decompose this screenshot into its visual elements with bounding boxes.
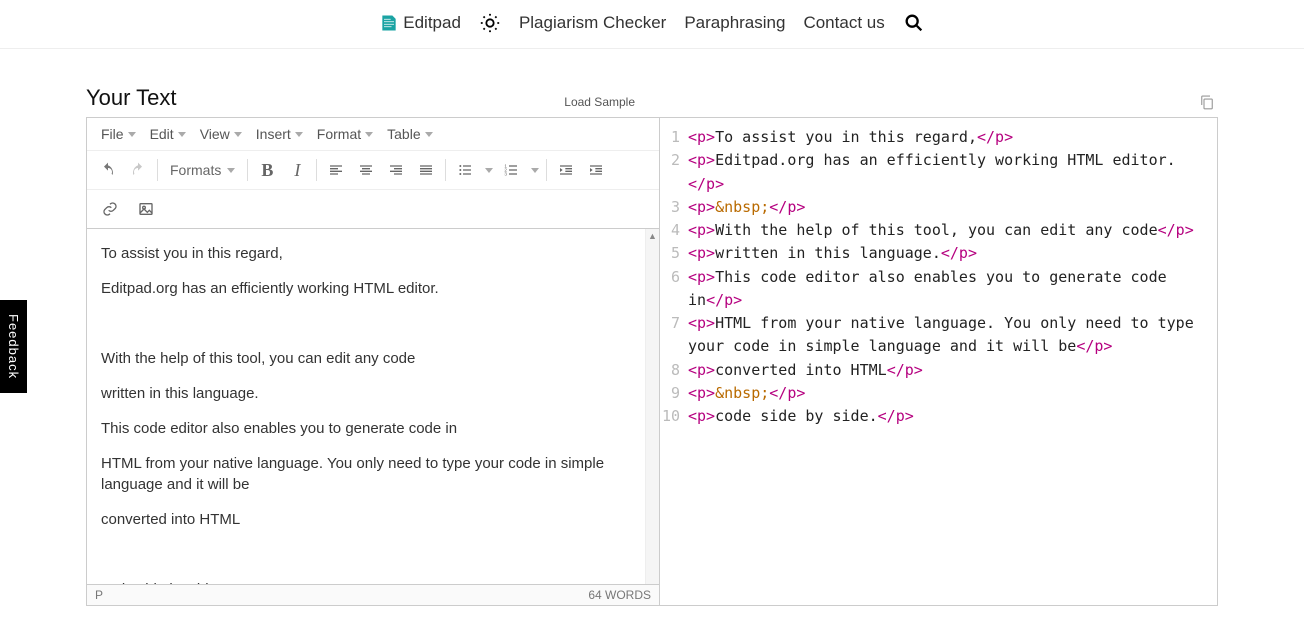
chevron-down-icon: [234, 132, 242, 137]
editor-paragraph: To assist you in this regard,: [101, 243, 639, 264]
main: Your Text Load Sample File Edit View Ins…: [86, 85, 1218, 606]
image-button[interactable]: [131, 194, 161, 224]
notepad-icon: [379, 13, 399, 33]
code-text: <p>This code editor also enables you to …: [688, 266, 1211, 313]
scroll-up-icon[interactable]: ▲: [646, 229, 659, 243]
code-text: <p>written in this language.</p>: [688, 242, 1211, 265]
chevron-down-icon: [128, 132, 136, 137]
number-list-dropdown[interactable]: [526, 155, 542, 185]
code-line: 1<p>To assist you in this regard,</p>: [660, 126, 1211, 149]
italic-button[interactable]: I: [282, 155, 312, 185]
code-text: <p>With the help of this tool, you can e…: [688, 219, 1211, 242]
chevron-down-icon: [295, 132, 303, 137]
status-word-count: 64 WORDS: [588, 588, 651, 602]
editor-menubar: File Edit View Insert Format Table: [87, 118, 659, 151]
code-line: 6<p>This code editor also enables you to…: [660, 266, 1211, 313]
editor-toolbar-2: [87, 190, 659, 229]
bold-button[interactable]: B: [252, 155, 282, 185]
editor-paragraph: code side by side.: [101, 579, 639, 584]
editor-paragraph: written in this language.: [101, 383, 639, 404]
copy-icon[interactable]: [1198, 93, 1216, 111]
code-line: 9<p>&nbsp;</p>: [660, 382, 1211, 405]
line-number: 6: [660, 266, 688, 313]
code-line: 5<p>written in this language.</p>: [660, 242, 1211, 265]
load-sample-link[interactable]: Load Sample: [564, 95, 645, 111]
scrollbar[interactable]: ▲: [645, 229, 659, 584]
line-number: 9: [660, 382, 688, 405]
line-number: 1: [660, 126, 688, 149]
align-left-button[interactable]: [321, 155, 351, 185]
line-number: 4: [660, 219, 688, 242]
code-text: <p>&nbsp;</p>: [688, 382, 1211, 405]
link-button[interactable]: [95, 194, 125, 224]
code-line: 4<p>With the help of this tool, you can …: [660, 219, 1211, 242]
menu-view[interactable]: View: [196, 124, 246, 144]
menu-file[interactable]: File: [97, 124, 140, 144]
indent-button[interactable]: [581, 155, 611, 185]
code-text: <p>converted into HTML</p>: [688, 359, 1211, 382]
svg-text:3: 3: [505, 171, 508, 176]
top-navbar: Editpad Plagiarism Checker Paraphrasing …: [0, 0, 1304, 49]
menu-edit[interactable]: Edit: [146, 124, 190, 144]
nav-paraphrasing[interactable]: Paraphrasing: [684, 13, 785, 33]
chevron-down-icon: [365, 132, 373, 137]
code-text: <p>Editpad.org has an efficiently workin…: [688, 149, 1211, 196]
code-text: <p>HTML from your native language. You o…: [688, 312, 1211, 359]
editor-paragraph: This code editor also enables you to gen…: [101, 418, 639, 439]
status-path: P: [95, 588, 103, 602]
editor-content[interactable]: To assist you in this regard, Editpad.org…: [87, 229, 659, 584]
undo-button[interactable]: [93, 155, 123, 185]
brand-link[interactable]: Editpad: [379, 13, 461, 33]
editor-paragraph: [101, 544, 639, 565]
bullet-list-dropdown[interactable]: [480, 155, 496, 185]
nav-contact[interactable]: Contact us: [803, 13, 884, 33]
line-number: 2: [660, 149, 688, 196]
line-number: 5: [660, 242, 688, 265]
code-text: <p>&nbsp;</p>: [688, 196, 1211, 219]
line-number: 10: [660, 405, 688, 428]
editor-paragraph: converted into HTML: [101, 509, 639, 530]
number-list-button[interactable]: 123: [496, 155, 526, 185]
chevron-down-icon: [227, 168, 235, 173]
search-icon[interactable]: [903, 12, 925, 34]
code-line: 7<p>HTML from your native language. You …: [660, 312, 1211, 359]
brand-text: Editpad: [403, 13, 461, 33]
editor-paragraph: With the help of this tool, you can edit…: [101, 348, 639, 369]
code-line: 10<p>code side by side.</p>: [660, 405, 1211, 428]
chevron-down-icon: [178, 132, 186, 137]
nav-plagiarism[interactable]: Plagiarism Checker: [519, 13, 666, 33]
menu-format[interactable]: Format: [313, 124, 377, 144]
menu-table[interactable]: Table: [383, 124, 436, 144]
bullet-list-button[interactable]: [450, 155, 480, 185]
code-pane[interactable]: 1<p>To assist you in this regard,</p>2<p…: [660, 118, 1217, 605]
formats-dropdown[interactable]: Formats: [162, 162, 243, 178]
code-text: <p>To assist you in this regard,</p>: [688, 126, 1211, 149]
line-number: 7: [660, 312, 688, 359]
code-line: 3<p>&nbsp;</p>: [660, 196, 1211, 219]
code-line: 8<p>converted into HTML</p>: [660, 359, 1211, 382]
code-line: 2<p>Editpad.org has an efficiently worki…: [660, 149, 1211, 196]
section-title: Your Text: [86, 85, 177, 111]
code-text: <p>code side by side.</p>: [688, 405, 1211, 428]
menu-insert[interactable]: Insert: [252, 124, 307, 144]
align-justify-button[interactable]: [411, 155, 441, 185]
editor-paragraph: [101, 313, 639, 334]
redo-button[interactable]: [123, 155, 153, 185]
outdent-button[interactable]: [551, 155, 581, 185]
feedback-tab[interactable]: Feedback: [0, 300, 27, 393]
align-right-button[interactable]: [381, 155, 411, 185]
editor-toolbar: Formats B I 123: [87, 151, 659, 190]
theme-toggle-icon[interactable]: [479, 12, 501, 34]
line-number: 3: [660, 196, 688, 219]
chevron-down-icon: [425, 132, 433, 137]
editor-statusbar: P 64 WORDS: [87, 584, 659, 605]
align-center-button[interactable]: [351, 155, 381, 185]
editor-paragraph: Editpad.org has an efficiently working H…: [101, 278, 639, 299]
editor-pane: File Edit View Insert Format Table Forma…: [87, 118, 660, 605]
editor-paragraph: HTML from your native language. You only…: [101, 453, 639, 495]
line-number: 8: [660, 359, 688, 382]
